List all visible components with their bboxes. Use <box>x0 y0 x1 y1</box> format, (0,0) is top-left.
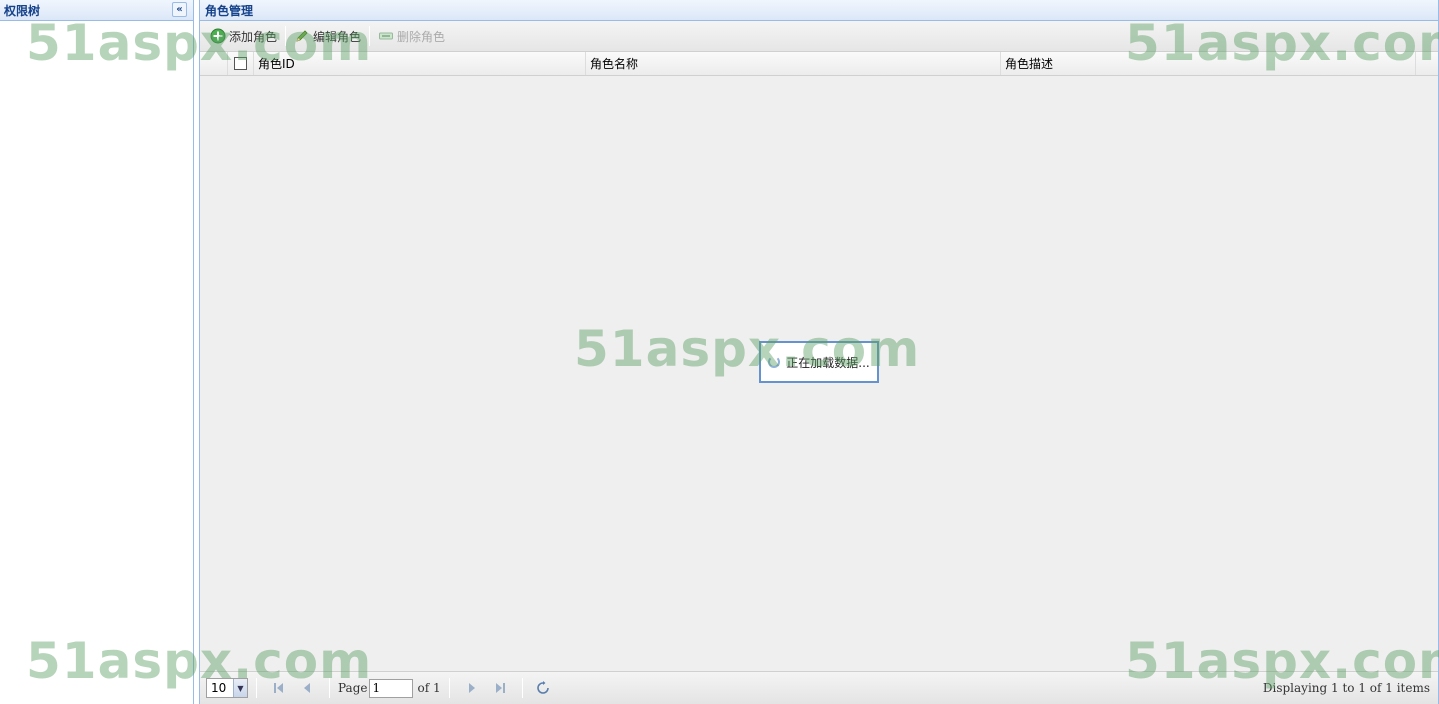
next-page-button[interactable] <box>464 680 480 696</box>
column-header-label: 角色描述 <box>1005 57 1054 71</box>
prev-page-button[interactable] <box>299 680 315 696</box>
last-page-icon <box>495 683 505 693</box>
pager-separator <box>329 678 330 698</box>
select-all-header <box>228 52 254 75</box>
loading-spinner-icon <box>768 356 781 368</box>
pencil-icon <box>294 28 310 44</box>
toolbar-separator <box>369 26 371 46</box>
row-number-header <box>200 52 228 75</box>
edit-role-label: 编辑角色 <box>313 29 362 44</box>
edit-role-button[interactable]: 编辑角色 <box>290 25 365 47</box>
pager-separator <box>521 678 523 698</box>
pager-separator <box>256 678 257 698</box>
page-number-input[interactable] <box>369 678 414 698</box>
toolbar: 添加角色 编辑角色 删除角色 <box>200 21 1438 52</box>
next-page-icon <box>468 683 475 693</box>
refresh-icon <box>536 681 549 694</box>
loading-indicator: 正在加载数据... <box>759 341 879 383</box>
first-page-button[interactable] <box>271 680 287 696</box>
add-role-button[interactable]: 添加角色 <box>206 25 281 47</box>
loading-text: 正在加载数据... <box>786 355 870 370</box>
last-page-button[interactable] <box>492 680 508 696</box>
first-page-icon <box>274 683 283 693</box>
column-header-label: 角色ID <box>258 57 295 71</box>
collapse-button[interactable]: « <box>172 2 187 17</box>
page-total-label: of 1 <box>417 681 441 695</box>
prev-page-icon <box>304 683 310 693</box>
role-management-header: 角色管理 <box>200 0 1438 21</box>
toolbar-separator <box>285 26 287 46</box>
permission-tree-panel: 权限树 « <box>0 0 194 704</box>
add-role-label: 添加角色 <box>229 29 278 44</box>
add-icon <box>210 28 226 44</box>
permission-tree-title: 权限树 <box>4 3 41 18</box>
pagination-bar: 10 ▼ Page of 1 <box>200 671 1438 704</box>
role-management-title: 角色管理 <box>205 3 254 18</box>
delete-role-label: 删除角色 <box>397 29 446 44</box>
permission-tree-header: 权限树 « <box>0 0 193 21</box>
select-all-checkbox[interactable] <box>234 57 247 70</box>
chevron-down-icon: ▼ <box>233 679 247 697</box>
page-size-select[interactable]: 10 ▼ <box>206 678 248 698</box>
refresh-button[interactable] <box>535 680 551 696</box>
column-header-label: 角色名称 <box>590 57 639 71</box>
page-label: Page <box>338 681 368 695</box>
page-size-value: 10 <box>211 681 227 695</box>
column-header-role-id[interactable]: 角色ID <box>254 52 586 75</box>
pager-separator <box>448 678 450 698</box>
pager-display-info: Displaying 1 to 1 of 1 items <box>1262 681 1430 695</box>
delete-role-button[interactable]: 删除角色 <box>374 25 449 47</box>
column-header-role-name[interactable]: 角色名称 <box>586 52 1001 75</box>
delete-icon <box>378 28 394 44</box>
grid-header: 角色ID 角色名称 角色描述 <box>200 52 1438 76</box>
column-header-role-desc[interactable]: 角色描述 <box>1001 52 1416 75</box>
double-chevron-left-icon: « <box>176 4 183 15</box>
